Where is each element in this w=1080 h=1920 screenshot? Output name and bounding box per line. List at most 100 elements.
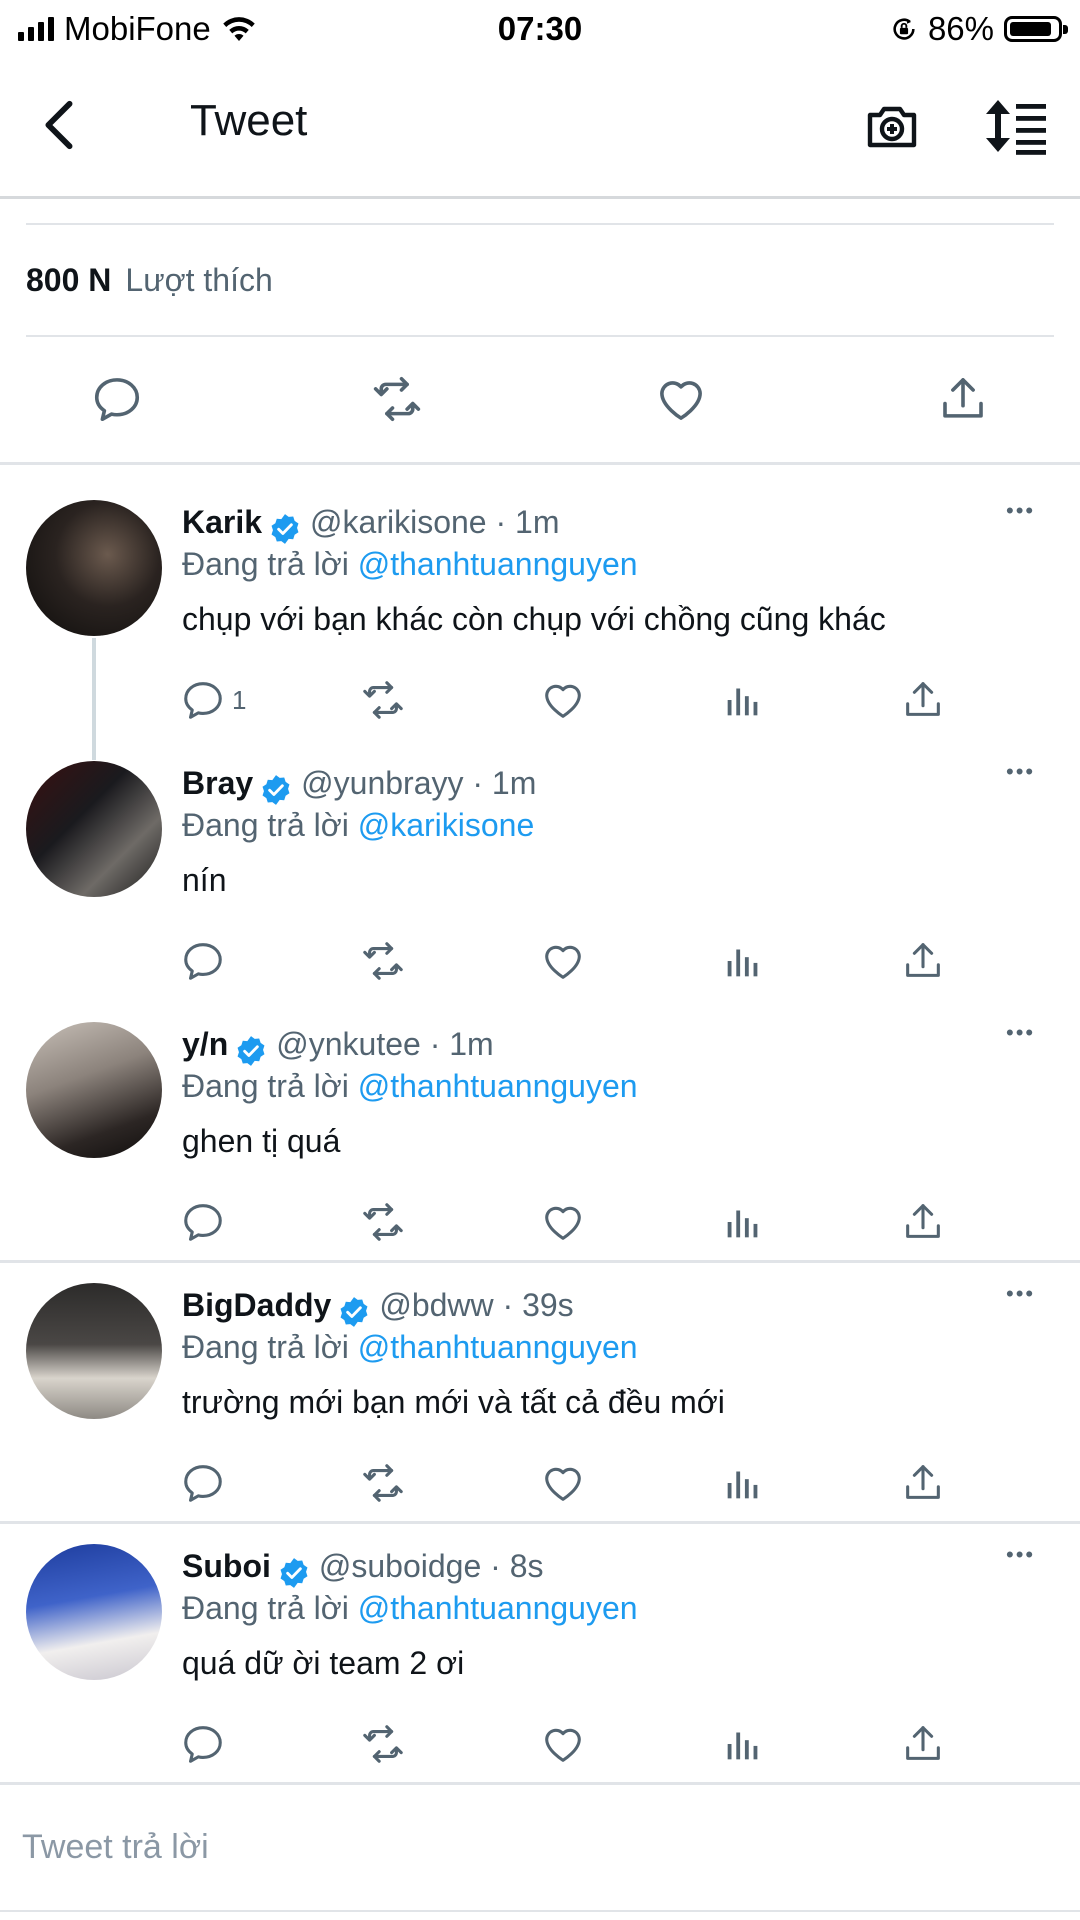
replying-mention[interactable]: @thanhtuannguyen [358,546,638,582]
verified-badge-icon [277,1556,311,1590]
likes-stat[interactable]: 800 N Lượt thích [26,262,273,299]
replying-mention[interactable]: @thanhtuannguyen [358,1590,638,1626]
tweet-divider [0,1260,1080,1263]
thread-line [92,638,96,760]
reply-button[interactable] [180,933,232,989]
avatar[interactable] [26,1022,162,1158]
tweet-time[interactable]: 1m [449,1026,493,1062]
avatar[interactable] [26,1283,162,1419]
reply-button[interactable] [180,1455,232,1511]
share-button[interactable] [900,1455,946,1511]
replying-label: Đang trả lời [182,1329,349,1365]
share-button[interactable] [936,372,990,426]
reply-input[interactable]: Tweet trả lời [22,1828,209,1867]
retweet-icon [360,1721,406,1767]
analytics-button[interactable] [720,933,766,989]
analytics-button[interactable] [720,1455,766,1511]
retweet-button[interactable] [360,1455,406,1511]
more-options-button[interactable]: ••• [1006,498,1035,524]
analytics-button[interactable] [720,1716,766,1772]
author-handle[interactable]: @yunbrayy [301,765,463,801]
tweet-text: nín [182,862,227,898]
author-handle[interactable]: @bdww [379,1287,493,1323]
more-options-button[interactable]: ••• [1006,1542,1035,1568]
retweet-button[interactable] [360,1716,406,1772]
avatar[interactable] [26,500,162,636]
battery-icon [1004,16,1068,42]
analytics-icon [720,1721,766,1767]
author-name[interactable]: y/n [182,1026,228,1062]
author-name[interactable]: Suboi [182,1548,271,1584]
tweet-time[interactable]: 1m [515,504,559,540]
retweet-button[interactable] [370,372,424,426]
like-button[interactable] [540,1455,586,1511]
replying-label: Đang trả lời [182,1068,349,1104]
tweet-actions [180,933,960,989]
separator-dot: · [486,504,516,540]
reply-button[interactable]: 1 [180,672,246,728]
separator-dot: · [420,1026,450,1062]
tweet-header: y/n @ynkutee · 1m [182,1026,494,1068]
replying-mention[interactable]: @thanhtuannguyen [358,1329,638,1365]
like-button[interactable] [540,933,586,989]
replying-to: Đang trả lời @thanhtuannguyen [182,1068,638,1105]
retweet-icon [360,938,406,984]
avatar[interactable] [26,761,162,897]
analytics-icon [720,938,766,984]
share-icon [900,1460,946,1506]
retweet-button[interactable] [360,1194,406,1250]
replying-label: Đang trả lời [182,546,349,582]
share-button[interactable] [900,1716,946,1772]
retweet-button[interactable] [360,933,406,989]
analytics-button[interactable] [720,672,766,728]
avatar[interactable] [26,1544,162,1680]
replying-mention[interactable]: @thanhtuannguyen [358,1068,638,1104]
like-button[interactable] [654,372,708,426]
reply-button[interactable] [180,1716,232,1772]
share-icon [900,677,946,723]
retweet-button[interactable] [360,672,406,728]
camera-button[interactable] [864,98,920,154]
more-options-button[interactable]: ••• [1006,759,1035,785]
reply-icon [180,677,226,723]
tweet-divider [0,1521,1080,1524]
divider [26,223,1054,225]
like-button[interactable] [540,1194,586,1250]
more-options-button[interactable]: ••• [1006,1020,1035,1046]
author-handle[interactable]: @suboidge [319,1548,481,1584]
tweet-header: Bray @yunbrayy · 1m [182,765,536,807]
author-name[interactable]: Bray [182,765,253,801]
author-handle[interactable]: @ynkutee [276,1026,421,1062]
tweet-text: trường mới bạn mới và tất cả đều mới [182,1384,725,1420]
share-button[interactable] [900,933,946,989]
tweet-time[interactable]: 1m [492,765,536,801]
replying-mention[interactable]: @karikisone [358,807,535,843]
share-button[interactable] [900,1194,946,1250]
status-bar-right: 86% [890,8,1068,50]
share-icon [900,938,946,984]
back-button[interactable] [38,98,78,152]
replying-to: Đang trả lời @thanhtuannguyen [182,1590,638,1627]
replying-label: Đang trả lời [182,807,349,843]
tweet-text: chụp với bạn khác còn chụp với chồng cũn… [182,601,886,637]
tweet-time[interactable]: 39s [522,1287,574,1323]
author-name[interactable]: BigDaddy [182,1287,331,1323]
tweet-header: Karik @karikisone · 1m [182,504,559,546]
like-button[interactable] [540,672,586,728]
rotation-lock-icon [893,18,915,40]
more-options-button[interactable]: ••• [1006,1281,1035,1307]
likes-count: 800 N [26,262,112,298]
reply-button[interactable] [180,1194,232,1250]
reply-button[interactable] [90,372,144,426]
analytics-button[interactable] [720,1194,766,1250]
author-handle[interactable]: @karikisone [310,504,487,540]
author-name[interactable]: Karik [182,504,262,540]
retweet-icon [360,677,406,723]
heart-icon [540,1721,586,1767]
sort-button[interactable] [984,96,1050,156]
divider [26,335,1054,337]
separator-dot: · [481,1548,510,1584]
like-button[interactable] [540,1716,586,1772]
tweet-time[interactable]: 8s [510,1548,544,1584]
share-button[interactable] [900,672,946,728]
